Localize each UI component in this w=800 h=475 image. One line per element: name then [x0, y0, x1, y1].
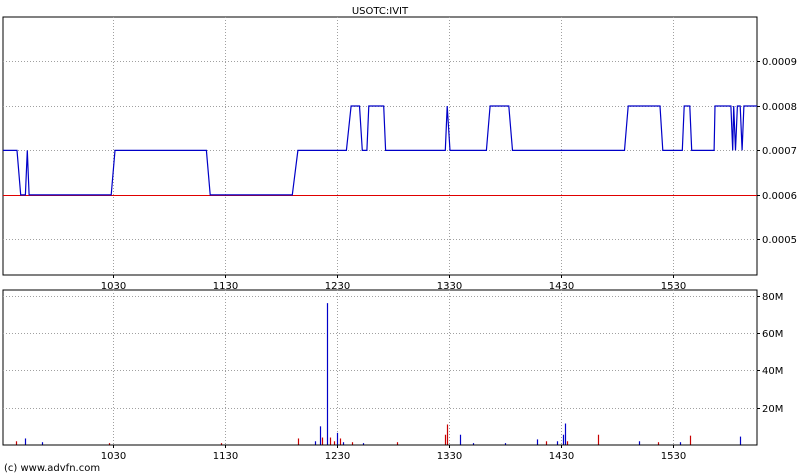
volume-x-tick-label: 1230 — [325, 451, 350, 462]
volume-y-tick-label: 60M — [762, 329, 783, 340]
volume-x-tick-label: 1130 — [213, 451, 238, 462]
volume-y-tick-label: 20M — [762, 404, 783, 415]
chart-canvas: USOTC:IVIT 1030 1130 1230 1330 1430 1530 0.000… — [2, 6, 797, 474]
volume-y-tick-label: 40M — [762, 366, 783, 377]
price-panel: 1030 1130 1230 1330 1430 15300.00050.00060.00… — [2, 16, 797, 292]
volume-panel: 1030 1130 1230 1330 1430 1530 20M 40M 60M 80M — [2, 289, 783, 462]
volume-x-tick-label: 1030 — [101, 451, 126, 462]
price-y-tick-label: 0.0008 — [762, 102, 797, 113]
volume-x-tick-label: 1430 — [549, 451, 574, 462]
volume-x-tick-label: 1330 — [437, 451, 462, 462]
price-y-tick-label: 0.0007 — [762, 146, 797, 157]
volume-frame — [2, 289, 758, 446]
price-y-tick-label: 0.0009 — [762, 57, 797, 68]
volume-x-tick-label: 1530 — [661, 451, 686, 462]
price-frame — [2, 16, 758, 276]
chart-title: USOTC:IVIT — [352, 6, 409, 17]
credit-text: (c) www.advfn.com — [4, 463, 100, 474]
price-y-tick-label: 0.0006 — [762, 191, 797, 202]
price-y-tick-label: 0.0005 — [762, 235, 797, 246]
volume-y-tick-label: 80M — [762, 292, 783, 303]
